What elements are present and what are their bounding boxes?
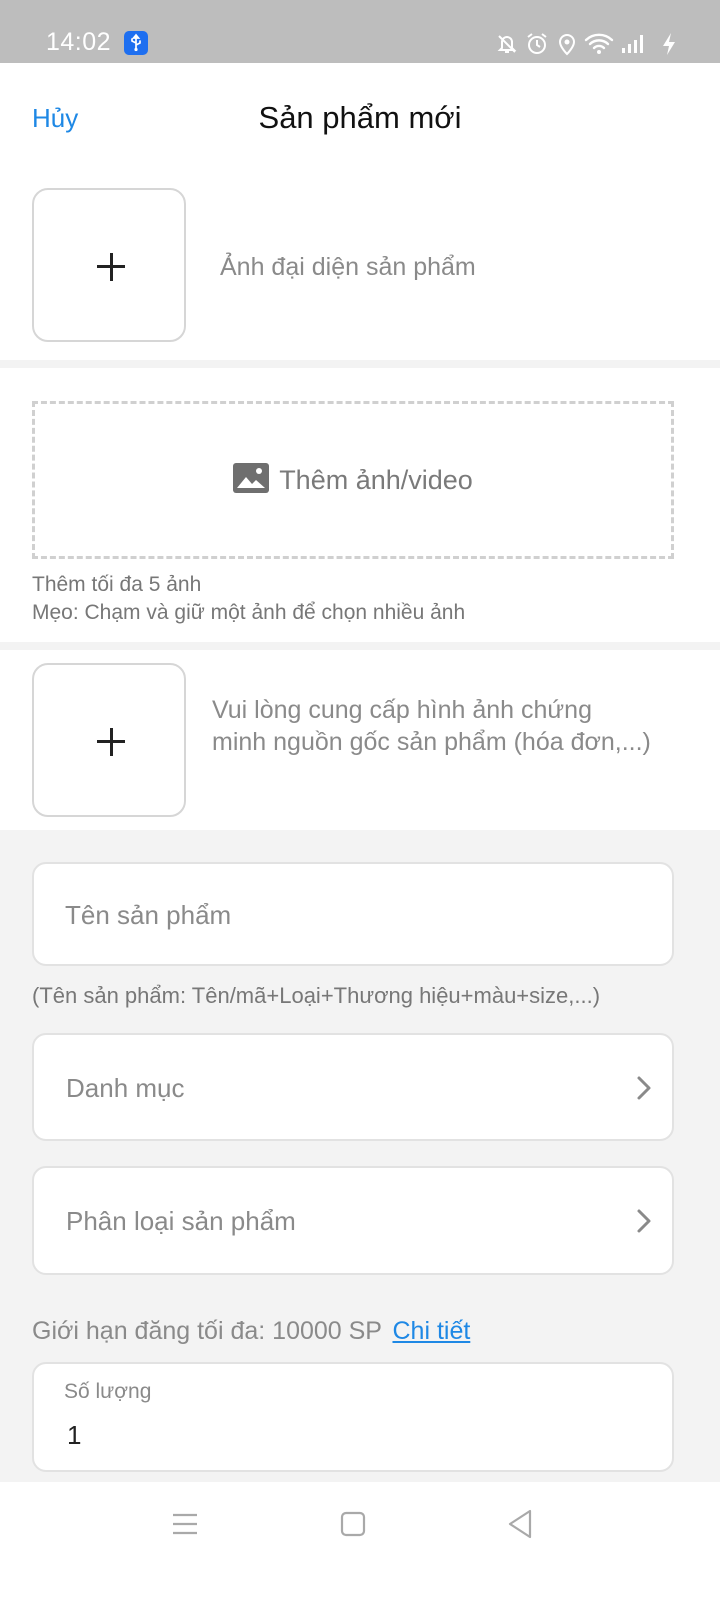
add-media-dropzone[interactable]: Thêm ảnh/video bbox=[32, 401, 674, 559]
cover-image-upload-button[interactable] bbox=[32, 188, 186, 342]
media-tip-note: Mẹo: Chạm và giữ một ảnh để chọn nhiều ả… bbox=[32, 601, 466, 624]
menu-icon[interactable] bbox=[172, 1511, 198, 1542]
cover-image-section: Ảnh đại diện sản phẩm bbox=[0, 174, 720, 360]
category-label: Danh mục bbox=[66, 1073, 185, 1103]
classification-field[interactable]: Phân loại sản phẩm bbox=[32, 1166, 674, 1275]
proof-label: Vui lòng cung cấp hình ảnh chứng minh ng… bbox=[212, 696, 651, 756]
signal-icon bbox=[620, 31, 648, 57]
usb-icon bbox=[124, 31, 148, 55]
location-icon bbox=[554, 31, 580, 57]
chevron-right-icon bbox=[634, 1207, 654, 1240]
quantity-field[interactable]: Số lượng 1 bbox=[32, 1362, 674, 1472]
product-name-field[interactable]: Tên sản phẩm bbox=[32, 862, 674, 966]
status-bar: 14:02 bbox=[0, 0, 720, 63]
category-field[interactable]: Danh mục bbox=[32, 1033, 674, 1141]
quantity-label: Số lượng bbox=[64, 1380, 152, 1403]
wifi-icon bbox=[584, 31, 614, 57]
media-limit-note: Thêm tối đa 5 ảnh bbox=[32, 573, 202, 596]
alarm-icon bbox=[524, 31, 550, 57]
home-square-icon[interactable] bbox=[340, 1511, 366, 1542]
page-title: Sản phẩm mới bbox=[258, 100, 462, 135]
product-name-placeholder: Tên sản phẩm bbox=[65, 900, 232, 930]
product-name-hint: (Tên sản phẩm: Tên/mã+Loại+Thương hiệu+m… bbox=[32, 983, 601, 1008]
system-nav-bar bbox=[0, 1482, 720, 1600]
chevron-right-icon bbox=[634, 1074, 654, 1107]
status-time: 14:02 bbox=[46, 28, 112, 56]
post-limit-row: Giới hạn đăng tối đa: 10000 SP Chi tiết bbox=[32, 1317, 470, 1346]
media-section: Thêm ảnh/video Thêm tối đa 5 ảnh Mẹo: Ch… bbox=[0, 368, 720, 642]
top-app-bar: Hủy Sản phẩm mới bbox=[0, 63, 720, 174]
proof-section: Vui lòng cung cấp hình ảnh chứng minh ng… bbox=[0, 650, 720, 830]
bell-off-icon bbox=[494, 31, 520, 57]
add-media-label: Thêm ảnh/video bbox=[279, 464, 473, 495]
limit-details-link[interactable]: Chi tiết bbox=[392, 1317, 470, 1345]
cover-image-label: Ảnh đại diện sản phẩm bbox=[220, 253, 476, 281]
back-triangle-icon[interactable] bbox=[506, 1509, 534, 1544]
post-limit-text: Giới hạn đăng tối đa: 10000 SP bbox=[32, 1317, 382, 1345]
charging-icon bbox=[658, 31, 680, 57]
proof-image-upload-button[interactable] bbox=[32, 663, 186, 817]
image-icon bbox=[233, 462, 270, 498]
quantity-value[interactable]: 1 bbox=[67, 1420, 81, 1451]
classification-label: Phân loại sản phẩm bbox=[66, 1206, 296, 1236]
